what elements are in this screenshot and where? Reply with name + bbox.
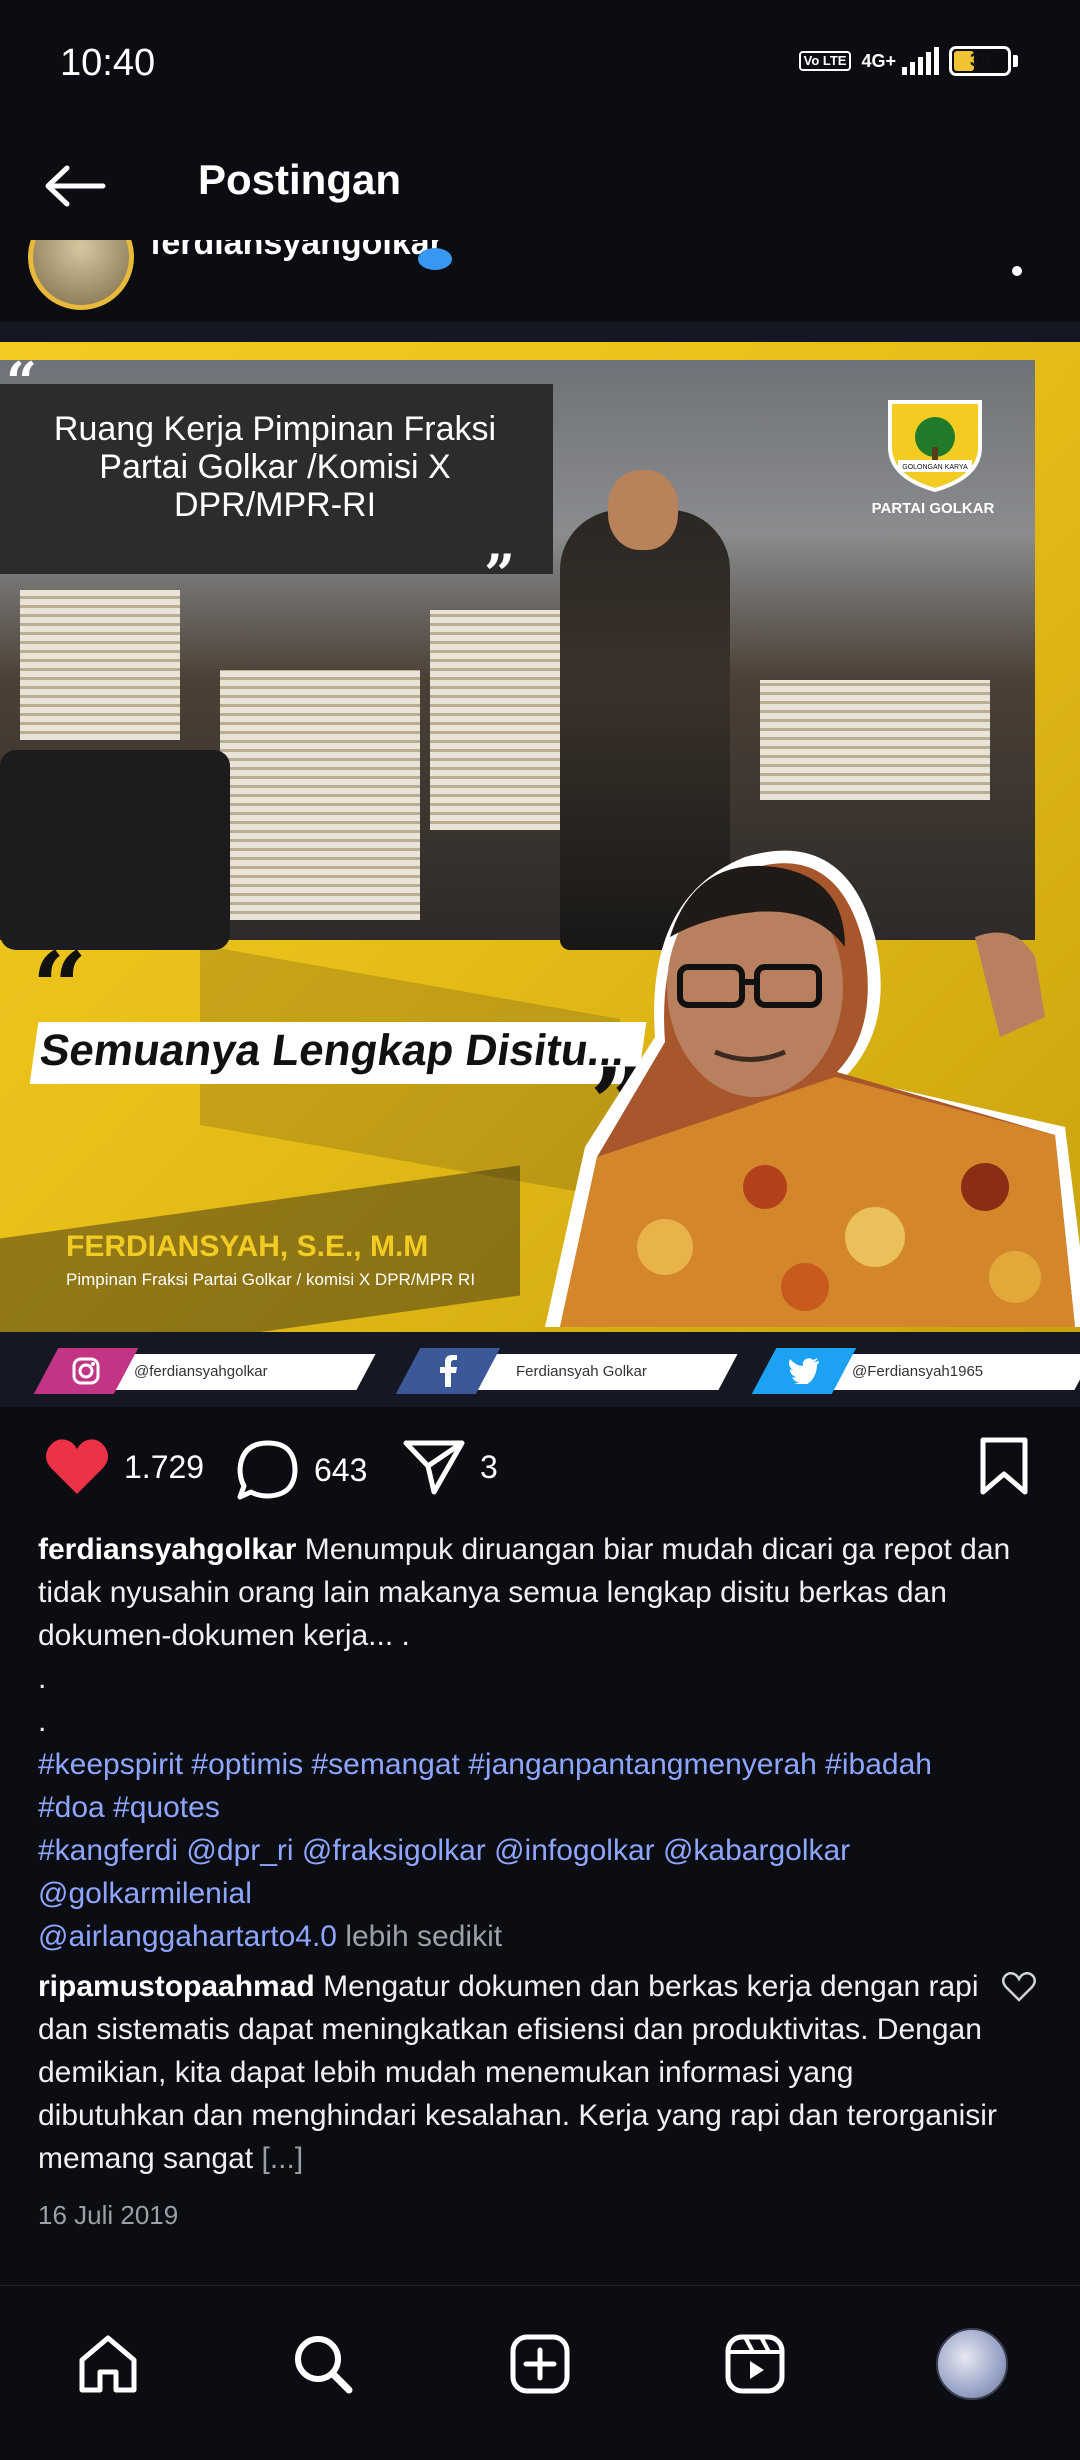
caption-last-line: @airlanggahartarto4.0 lebih sedikit xyxy=(38,1915,1048,1958)
signal-icon xyxy=(902,47,939,75)
like-action[interactable]: 1.729 xyxy=(44,1438,204,1496)
image-quote-text: Ruang Kerja Pimpinan Fraksi Partai Golka… xyxy=(53,410,497,524)
quote-close-icon: ” xyxy=(484,542,516,606)
battery-percent: 39 xyxy=(969,50,991,70)
portrait-photo xyxy=(545,850,1080,1327)
caption-mentions[interactable]: @airlanggahartarto4.0 xyxy=(38,1920,337,1953)
golkar-logo-icon: GOLONGAN KARYA xyxy=(888,400,982,492)
post-author-row: ferdiansyahgolkar xyxy=(0,240,1080,320)
home-icon[interactable] xyxy=(76,2332,140,2396)
post-date: 16 Juli 2019 xyxy=(38,2200,179,2230)
show-less-link[interactable]: lebih sedikit xyxy=(345,1920,502,1953)
comment-item: ripamustopaahmad Mengatur dokumen dan be… xyxy=(38,1965,998,2180)
caption-body: ferdiansyahgolkar Menumpuk diruangan bia… xyxy=(38,1528,1048,1657)
social-chip-instagram: @ferdiansyahgolkar xyxy=(33,1348,376,1394)
comment-action[interactable]: 643 xyxy=(236,1438,367,1502)
person-name: FERDIANSYAH, S.E., M.M xyxy=(66,1230,429,1263)
golkar-logo-label: PARTAI GOLKAR xyxy=(871,500,995,517)
heart-filled-icon[interactable] xyxy=(44,1438,110,1496)
document-stack xyxy=(760,680,990,800)
search-icon[interactable] xyxy=(291,2332,355,2396)
like-count[interactable]: 1.729 xyxy=(124,1449,204,1486)
bookmark-button[interactable] xyxy=(978,1436,1030,1501)
nav-search[interactable] xyxy=(283,2324,363,2404)
comment-more-link[interactable]: [...] xyxy=(261,2142,303,2175)
headline-quote-open-icon: “ xyxy=(32,931,88,1044)
bookmark-icon[interactable] xyxy=(978,1436,1030,1496)
status-time: 10:40 xyxy=(60,42,156,84)
bottom-nav xyxy=(0,2285,1080,2460)
caption-dot: . xyxy=(38,1705,47,1738)
create-icon[interactable] xyxy=(508,2332,572,2396)
caption-dot: . xyxy=(38,1662,47,1695)
volte-icon: Vo LTE xyxy=(798,51,852,71)
more-options-icon[interactable] xyxy=(1012,266,1022,276)
battery-cap xyxy=(1013,55,1018,67)
back-button[interactable] xyxy=(40,156,110,216)
page-title: Postingan xyxy=(198,156,402,203)
author-avatar[interactable] xyxy=(28,240,134,310)
caption-mentions[interactable]: #kangferdi @dpr_ri @fraksigolkar @infogo… xyxy=(38,1829,1048,1872)
person-head xyxy=(608,470,678,550)
document-stack xyxy=(20,590,180,740)
nav-reels[interactable] xyxy=(715,2324,795,2404)
caption-mentions[interactable]: @golkarmilenial xyxy=(38,1872,1048,1915)
nav-profile[interactable] xyxy=(932,2324,1012,2404)
social-label: @Ferdiansyah1965 xyxy=(852,1362,984,1380)
heart-outline-icon[interactable] xyxy=(1002,1972,1036,2002)
battery-icon: 39 xyxy=(949,46,1011,76)
app-header: Postingan xyxy=(0,130,1080,240)
social-label: @ferdiansyahgolkar xyxy=(134,1362,268,1380)
send-icon[interactable] xyxy=(402,1438,466,1496)
comment-bubble-icon[interactable] xyxy=(236,1438,300,1502)
profile-avatar[interactable] xyxy=(936,2328,1008,2400)
share-count[interactable]: 3 xyxy=(480,1449,498,1486)
post-caption: ferdiansyahgolkar Menumpuk diruangan bia… xyxy=(38,1528,1048,1958)
verified-badge-icon xyxy=(418,248,452,270)
comment-like-button[interactable] xyxy=(1002,1972,1036,2007)
logo-text: GOLONGAN KARYA xyxy=(902,464,968,471)
status-icons: Vo LTE 4G+ 39 xyxy=(798,46,1018,76)
office-chair xyxy=(0,750,230,950)
reels-icon[interactable] xyxy=(723,2332,787,2396)
social-chip-facebook: Ferdiansyah Golkar xyxy=(395,1348,738,1394)
caption-hashtags[interactable]: #keepspirit #optimis #semangat #janganpa… xyxy=(38,1743,1048,1786)
quote-open-icon: “ xyxy=(6,350,38,414)
network-type: 4G+ xyxy=(861,50,896,71)
author-username[interactable]: ferdiansyahgolkar xyxy=(150,240,443,263)
arrow-left-icon xyxy=(45,165,106,207)
status-bar: 10:40 Vo LTE 4G+ 39 xyxy=(0,0,1080,130)
social-chip-twitter: @Ferdiansyah1965 xyxy=(751,1348,1080,1394)
document-stack xyxy=(430,610,560,830)
document-stack xyxy=(220,670,420,920)
nav-home[interactable] xyxy=(68,2324,148,2404)
post-actions: 1.729 643 3 xyxy=(0,1420,1080,1520)
comment-username[interactable]: ripamustopaahmad xyxy=(38,1970,315,2003)
comment-count[interactable]: 643 xyxy=(314,1452,367,1489)
post-image[interactable]: “ Ruang Kerja Pimpinan Fraksi Partai Gol… xyxy=(0,322,1080,1407)
caption-hashtags[interactable]: #doa #quotes xyxy=(38,1786,1048,1829)
nav-create[interactable] xyxy=(500,2324,580,2404)
social-label: Ferdiansyah Golkar xyxy=(516,1362,647,1380)
share-action[interactable]: 3 xyxy=(402,1438,498,1496)
caption-username[interactable]: ferdiansyahgolkar xyxy=(38,1533,296,1566)
person-title: Pimpinan Fraksi Partai Golkar / komisi X… xyxy=(66,1270,476,1289)
